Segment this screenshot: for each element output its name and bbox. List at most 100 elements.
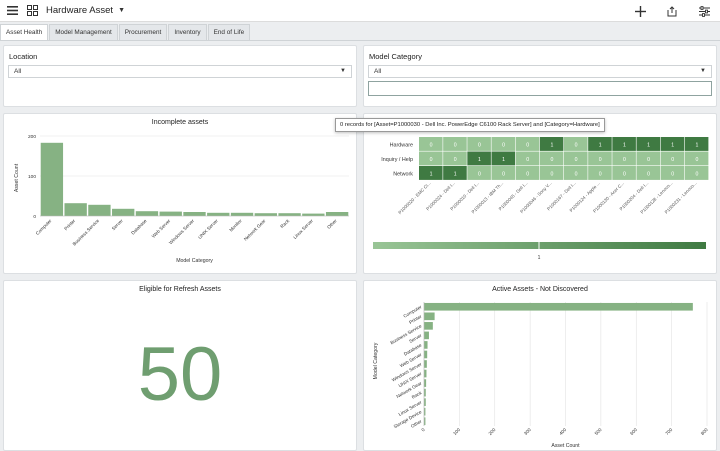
bar — [424, 322, 433, 330]
heatmap-cell-label: 0 — [478, 142, 481, 148]
dashboard-tabs: Asset Health Model Management Procuremen… — [0, 24, 251, 41]
incomplete-assets-title: Incomplete assets — [151, 119, 209, 126]
heatmap-cell-label: 1 — [478, 157, 481, 163]
heatmap-cell-label: 0 — [454, 142, 457, 148]
heatmap-cell-label: 0 — [502, 171, 505, 177]
dropdown-arrow-icon[interactable]: ▼ — [340, 66, 346, 77]
bar — [278, 213, 301, 216]
y-tick-label: 100 — [28, 174, 36, 180]
active-assets-title: Active Assets - Not Discovered — [492, 286, 588, 293]
x-tick-label: Monitor — [228, 218, 243, 233]
heatmap-cell-label: 0 — [671, 171, 674, 177]
x-tick-label: Rack — [279, 218, 290, 229]
tab-inventory[interactable]: Inventory — [168, 24, 207, 41]
tab-model-management[interactable]: Model Management — [49, 24, 118, 41]
bar — [424, 350, 428, 359]
heatmap-cell-label: 0 — [599, 171, 602, 177]
x-tick-label: UNIX Server — [197, 218, 219, 240]
heatmap-cell-label: 0 — [502, 142, 505, 148]
model-category-select[interactable]: All ▼ — [368, 65, 712, 78]
bar — [424, 369, 427, 378]
refresh-assets-count[interactable]: 50 — [4, 331, 356, 418]
heatmap-cell-label: 1 — [502, 157, 505, 163]
plus-icon[interactable] — [632, 3, 648, 19]
x-tick-label: 100 — [452, 427, 461, 436]
hamburger-menu-icon[interactable] — [4, 3, 20, 19]
heatmap-cell-label: 0 — [695, 157, 698, 163]
legend-value-label: 1 — [538, 255, 541, 261]
model-category-label: Model Category — [369, 52, 422, 61]
x-tick-label: Database — [130, 218, 148, 236]
location-label: Location — [9, 52, 38, 61]
heatmap-cell-label: 1 — [430, 171, 433, 177]
y-tick-label: 200 — [28, 134, 36, 140]
x-tick-label: Printer — [63, 218, 76, 231]
dashboard-title[interactable]: Hardware Asset — [46, 5, 113, 16]
filter-settings-icon[interactable] — [696, 3, 712, 19]
heatmap-row-label: Inquiry / Help — [381, 157, 413, 163]
asset-category-heatmap: Hardware 0 0 0 0 0 1 0 1 1 1 1 1 Inquiry / Help 0 0 1 1 0 0… — [373, 137, 709, 261]
x-tick-label: Business Service — [72, 218, 101, 247]
model-category-search-input[interactable] — [368, 81, 712, 96]
heatmap-cell-label: 0 — [599, 157, 602, 163]
bar — [424, 360, 427, 368]
dashboard-switch-caret-icon[interactable]: ▼ — [118, 7, 125, 14]
top-bar: Hardware Asset ▼ — [0, 0, 720, 22]
heatmap-cell-label: 0 — [526, 157, 529, 163]
bar — [230, 212, 254, 216]
location-select[interactable]: All ▼ — [8, 65, 352, 78]
heatmap-cell-label: 1 — [647, 142, 650, 148]
heatmap-cell-label: 1 — [454, 171, 457, 177]
heatmap-cell-label: 0 — [623, 171, 626, 177]
y-tick-label: Rack — [411, 390, 423, 400]
bar — [207, 212, 230, 216]
heatmap-cell-label: 0 — [623, 157, 626, 163]
heatmap-cell-label: 0 — [575, 142, 578, 148]
active-assets-panel: Active Assets - Not Discovered 0 100 200 30… — [363, 280, 717, 451]
bar — [302, 213, 325, 216]
x-tick-label: Network Gear — [243, 218, 267, 242]
bar — [254, 213, 277, 216]
x-tick-label: 0 — [420, 427, 426, 433]
refresh-assets-title: Eligible for Refresh Assets — [139, 286, 221, 293]
heatmap-cell-label: 1 — [671, 142, 674, 148]
x-tick-label: Windows Server — [168, 218, 196, 246]
tab-asset-health[interactable]: Asset Health — [0, 24, 49, 41]
y-tick-label: 0 — [33, 214, 36, 220]
x-tick-label: 700 — [664, 427, 673, 436]
x-tick-label: 400 — [558, 427, 567, 436]
heatmap-tooltip: 0 records for [Asset=P1000030 - Dell Inc… — [335, 118, 605, 132]
incomplete-assets-chart: 0 100 200 Computer PrinterBusiness Service Se… — [14, 134, 349, 264]
x-tick-label: 200 — [487, 427, 496, 436]
location-filter-panel: Location All ▼ — [3, 45, 357, 107]
share-icon[interactable] — [664, 3, 680, 19]
tab-divider — [0, 40, 720, 41]
heatmap-cell-label: 0 — [526, 142, 529, 148]
bar — [112, 208, 135, 216]
incomplete-assets-panel: Incomplete assets 0 100 200 Computer Printer… — [3, 113, 357, 274]
active-assets-chart: 0 100 200 300 400 500 600 700 800ComputerPrinter… — [373, 302, 709, 449]
tab-end-of-life[interactable]: End of Life — [207, 24, 251, 41]
heatmap-cell-label: 0 — [526, 171, 529, 177]
x-tick-label: Linux Server — [292, 218, 314, 240]
bar — [424, 312, 435, 321]
tab-procurement[interactable]: Procurement — [118, 24, 168, 41]
x-tick-label: Server — [111, 218, 124, 231]
bar — [135, 211, 159, 216]
heatmap-cell-label: 0 — [575, 171, 578, 177]
heatmap-row-label: Network — [393, 171, 413, 177]
heatmap-cell-label: 1 — [550, 142, 553, 148]
heatmap-cell-label: 0 — [430, 157, 433, 163]
dropdown-arrow-icon[interactable]: ▼ — [700, 66, 706, 77]
x-tick-label: 800 — [700, 427, 709, 436]
x-tick-label: Computer — [35, 218, 53, 236]
bar — [424, 302, 693, 311]
heatmap-cell-label: 1 — [623, 142, 626, 148]
heatmap-cell-label: 1 — [599, 142, 602, 148]
heatmap-cell-label: 1 — [695, 142, 698, 148]
heatmap-cell-label: 0 — [671, 157, 674, 163]
heatmap-cell-label: 0 — [430, 142, 433, 148]
x-tick-label: Other — [326, 218, 338, 230]
bar — [64, 203, 87, 216]
grid-apps-icon[interactable] — [24, 3, 40, 19]
